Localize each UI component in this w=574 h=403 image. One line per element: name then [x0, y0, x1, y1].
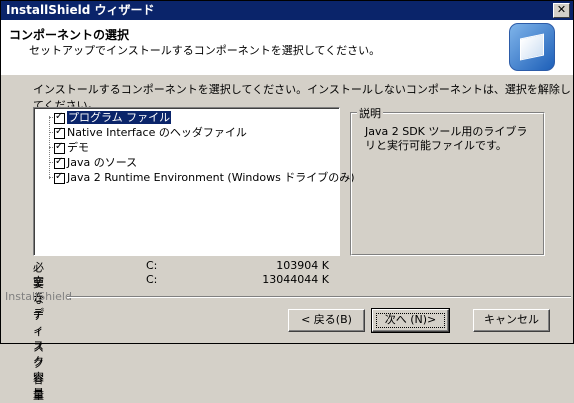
brand-label: InstallShield: [5, 290, 72, 303]
window-title: InstallShield ウィザード: [6, 3, 155, 17]
component-label: Java 2 Runtime Environment (Windows ドライブ…: [67, 171, 355, 184]
back-button-label: < 戻る(B): [301, 313, 352, 326]
installshield-logo-icon: [509, 23, 555, 71]
back-button[interactable]: < 戻る(B): [288, 309, 365, 332]
focus-ring: [376, 313, 445, 328]
page-title: コンポーネントの選択: [9, 28, 130, 42]
page-subtitle: セットアップでインストールするコンポーネントを選択してください。: [29, 44, 381, 57]
component-label: Native Interface のヘッダファイル: [67, 126, 247, 139]
component-item[interactable]: プログラム ファイル: [54, 110, 172, 125]
component-item[interactable]: Java 2 Runtime Environment (Windows ドライブ…: [54, 170, 355, 185]
disk-value: 13044044 K: [262, 273, 329, 286]
close-button[interactable]: ✕: [553, 3, 570, 18]
component-label: プログラム ファイル: [67, 111, 172, 124]
description-text: Java 2 SDK ツール用のライブラリと実行可能ファイルです。: [365, 125, 528, 152]
header-divider: [1, 74, 573, 75]
description-title: 説明: [357, 105, 383, 121]
component-item[interactable]: デモ: [54, 140, 89, 155]
checkbox[interactable]: [54, 125, 65, 139]
cancel-button[interactable]: キャンセル: [473, 309, 550, 332]
disk-value: 103904 K: [276, 259, 329, 272]
cancel-button-label: キャンセル: [484, 313, 539, 326]
checkbox[interactable]: [54, 170, 65, 184]
component-label: デモ: [67, 141, 89, 154]
title-bar: InstallShield ウィザード ✕: [1, 1, 573, 20]
component-label: Java のソース: [67, 156, 138, 169]
checkbox[interactable]: [54, 140, 65, 154]
disk-drive: C:: [146, 273, 158, 286]
component-item[interactable]: Java のソース: [54, 155, 138, 170]
component-item[interactable]: Native Interface のヘッダファイル: [54, 125, 247, 140]
checkbox[interactable]: [54, 155, 65, 169]
close-icon: ✕: [556, 3, 567, 16]
disk-drive: C:: [146, 259, 158, 272]
next-button[interactable]: 次へ (N)>: [371, 308, 450, 333]
footer-separator: [67, 296, 571, 298]
installer-window: InstallShield ウィザード ✕ コンポーネントの選択 セットアップで…: [0, 0, 574, 402]
checkbox[interactable]: [54, 110, 65, 124]
wizard-header: コンポーネントの選択 セットアップでインストールするコンポーネントを選択してくだ…: [1, 20, 573, 75]
component-tree[interactable]: プログラム ファイル Native Interface のヘッダファイル デモ …: [33, 107, 355, 256]
box-icon: [520, 33, 544, 61]
